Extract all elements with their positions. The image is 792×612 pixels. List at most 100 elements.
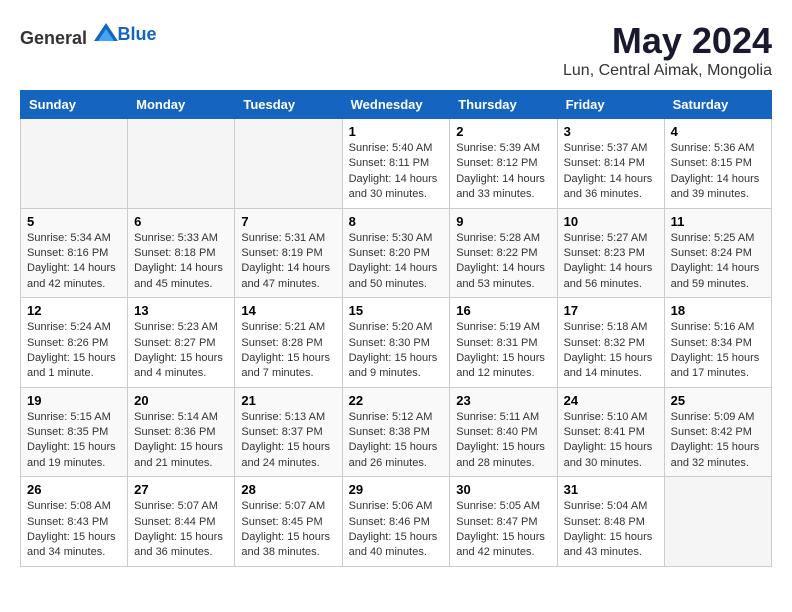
calendar-cell: 1Sunrise: 5:40 AM Sunset: 8:11 PM Daylig…	[342, 119, 450, 209]
logo-icon	[94, 20, 118, 44]
weekday-header: Wednesday	[342, 91, 450, 119]
day-info: Sunrise: 5:19 AM Sunset: 8:31 PM Dayligh…	[456, 320, 550, 382]
calendar-cell: 12 Sunrise: 5:24 AM Sunset: 8:26 PM Dayli…	[21, 298, 128, 388]
weekday-header: Saturday	[664, 91, 771, 119]
day-info: Sunrise: 5:07 AM Sunset: 8:44 PM Dayligh…	[134, 499, 228, 561]
calendar-cell	[235, 119, 342, 209]
day-info: Sunrise: 5:21 AM Sunset: 8:28 PM Dayligh…	[241, 320, 335, 382]
calendar-table: SundayMondayTuesdayWednesdayThursdayFrid…	[20, 90, 772, 567]
day-info: Sunrise: 5:04 AM Sunset: 8:48 PM Dayligh…	[564, 499, 658, 561]
day-info: Sunrise: 5:27 AM Sunset: 8:23 PM Dayligh…	[564, 231, 658, 293]
day-number: 21	[241, 393, 335, 408]
day-info: Sunrise: 5:28 AM Sunset: 8:22 PM Dayligh…	[456, 231, 550, 293]
day-info: Sunrise: 5:05 AM Sunset: 8:47 PM Dayligh…	[456, 499, 550, 561]
day-info: Sunrise: 5:12 AM Sunset: 8:38 PM Dayligh…	[349, 410, 444, 472]
day-info: Sunrise: 5:10 AM Sunset: 8:41 PM Dayligh…	[564, 410, 658, 472]
day-number: 30	[456, 482, 550, 497]
calendar-cell	[21, 119, 128, 209]
day-info: Sunrise: 5:24 AM Sunset: 8:26 PM Dayligh…	[27, 320, 121, 382]
day-number: 12	[27, 303, 121, 318]
calendar-cell: 5Sunrise: 5:34 AM Sunset: 8:16 PM Daylig…	[21, 208, 128, 298]
day-info: Sunrise: 5:08 AM Sunset: 8:43 PM Dayligh…	[27, 499, 121, 561]
day-number: 4	[671, 124, 765, 139]
day-number: 15	[349, 303, 444, 318]
day-info: Sunrise: 5:18 AM Sunset: 8:32 PM Dayligh…	[564, 320, 658, 382]
day-info: Sunrise: 5:09 AM Sunset: 8:42 PM Dayligh…	[671, 410, 765, 472]
day-info: Sunrise: 5:33 AM Sunset: 8:18 PM Dayligh…	[134, 231, 228, 293]
calendar-cell: 7 Sunrise: 5:31 AM Sunset: 8:19 PM Daylig…	[235, 208, 342, 298]
page-header: General Blue May 2024 Lun, Central Aimak…	[20, 20, 772, 80]
day-number: 31	[564, 482, 658, 497]
day-number: 16	[456, 303, 550, 318]
day-info: Sunrise: 5:15 AM Sunset: 8:35 PM Dayligh…	[27, 410, 121, 472]
calendar-cell: 27 Sunrise: 5:07 AM Sunset: 8:44 PM Dayli…	[128, 477, 235, 567]
day-info: Sunrise: 5:34 AM Sunset: 8:16 PM Dayligh…	[27, 231, 121, 293]
calendar-cell: 30 Sunrise: 5:05 AM Sunset: 8:47 PM Dayli…	[450, 477, 557, 567]
weekday-header: Monday	[128, 91, 235, 119]
calendar-cell: 2Sunrise: 5:39 AM Sunset: 8:12 PM Daylig…	[450, 119, 557, 209]
day-number: 3	[564, 124, 658, 139]
calendar-cell: 14 Sunrise: 5:21 AM Sunset: 8:28 PM Dayli…	[235, 298, 342, 388]
weekday-header: Thursday	[450, 91, 557, 119]
day-info: Sunrise: 5:31 AM Sunset: 8:19 PM Dayligh…	[241, 231, 335, 293]
calendar-cell: 25Sunrise: 5:09 AM Sunset: 8:42 PM Dayli…	[664, 387, 771, 477]
calendar-cell: 4 Sunrise: 5:36 AM Sunset: 8:15 PM Daylig…	[664, 119, 771, 209]
day-info: Sunrise: 5:07 AM Sunset: 8:45 PM Dayligh…	[241, 499, 335, 561]
day-info: Sunrise: 5:13 AM Sunset: 8:37 PM Dayligh…	[241, 410, 335, 472]
day-number: 27	[134, 482, 228, 497]
day-number: 11	[671, 214, 765, 229]
calendar-header-row: SundayMondayTuesdayWednesdayThursdayFrid…	[21, 91, 772, 119]
calendar-cell: 15 Sunrise: 5:20 AM Sunset: 8:30 PM Dayli…	[342, 298, 450, 388]
day-number: 8	[349, 214, 444, 229]
calendar-cell: 19 Sunrise: 5:15 AM Sunset: 8:35 PM Dayli…	[21, 387, 128, 477]
day-number: 14	[241, 303, 335, 318]
day-number: 29	[349, 482, 444, 497]
day-info: Sunrise: 5:36 AM Sunset: 8:15 PM Dayligh…	[671, 141, 765, 203]
day-number: 28	[241, 482, 335, 497]
calendar-cell: 29 Sunrise: 5:06 AM Sunset: 8:46 PM Dayli…	[342, 477, 450, 567]
calendar-cell: 9 Sunrise: 5:28 AM Sunset: 8:22 PM Daylig…	[450, 208, 557, 298]
calendar-cell: 16 Sunrise: 5:19 AM Sunset: 8:31 PM Dayli…	[450, 298, 557, 388]
day-number: 24	[564, 393, 658, 408]
day-number: 9	[456, 214, 550, 229]
day-number: 22	[349, 393, 444, 408]
calendar-week-row: 12 Sunrise: 5:24 AM Sunset: 8:26 PM Dayli…	[21, 298, 772, 388]
calendar-cell: 6 Sunrise: 5:33 AM Sunset: 8:18 PM Daylig…	[128, 208, 235, 298]
day-info: Sunrise: 5:06 AM Sunset: 8:46 PM Dayligh…	[349, 499, 444, 561]
calendar-cell: 24 Sunrise: 5:10 AM Sunset: 8:41 PM Dayli…	[557, 387, 664, 477]
logo-blue-text: Blue	[118, 24, 157, 44]
day-info: Sunrise: 5:30 AM Sunset: 8:20 PM Dayligh…	[349, 231, 444, 293]
day-number: 18	[671, 303, 765, 318]
calendar-cell: 20Sunrise: 5:14 AM Sunset: 8:36 PM Dayli…	[128, 387, 235, 477]
calendar-cell: 13Sunrise: 5:23 AM Sunset: 8:27 PM Dayli…	[128, 298, 235, 388]
calendar-cell	[128, 119, 235, 209]
calendar-week-row: 1Sunrise: 5:40 AM Sunset: 8:11 PM Daylig…	[21, 119, 772, 209]
day-info: Sunrise: 5:20 AM Sunset: 8:30 PM Dayligh…	[349, 320, 444, 382]
calendar-cell: 21 Sunrise: 5:13 AM Sunset: 8:37 PM Dayli…	[235, 387, 342, 477]
day-number: 26	[27, 482, 121, 497]
day-number: 7	[241, 214, 335, 229]
day-info: Sunrise: 5:25 AM Sunset: 8:24 PM Dayligh…	[671, 231, 765, 293]
day-info: Sunrise: 5:39 AM Sunset: 8:12 PM Dayligh…	[456, 141, 550, 203]
logo-general-text: General	[20, 28, 87, 48]
calendar-cell: 22 Sunrise: 5:12 AM Sunset: 8:38 PM Dayli…	[342, 387, 450, 477]
calendar-week-row: 5Sunrise: 5:34 AM Sunset: 8:16 PM Daylig…	[21, 208, 772, 298]
calendar-cell: 8 Sunrise: 5:30 AM Sunset: 8:20 PM Daylig…	[342, 208, 450, 298]
day-number: 10	[564, 214, 658, 229]
month-year-title: May 2024	[563, 20, 772, 62]
day-info: Sunrise: 5:16 AM Sunset: 8:34 PM Dayligh…	[671, 320, 765, 382]
calendar-cell: 26 Sunrise: 5:08 AM Sunset: 8:43 PM Dayli…	[21, 477, 128, 567]
calendar-cell: 3Sunrise: 5:37 AM Sunset: 8:14 PM Daylig…	[557, 119, 664, 209]
day-number: 6	[134, 214, 228, 229]
calendar-cell	[664, 477, 771, 567]
day-number: 19	[27, 393, 121, 408]
weekday-header: Friday	[557, 91, 664, 119]
day-number: 20	[134, 393, 228, 408]
calendar-cell: 11 Sunrise: 5:25 AM Sunset: 8:24 PM Dayli…	[664, 208, 771, 298]
location-subtitle: Lun, Central Aimak, Mongolia	[563, 62, 772, 80]
logo: General Blue	[20, 20, 157, 49]
title-area: May 2024 Lun, Central Aimak, Mongolia	[563, 20, 772, 80]
weekday-header: Tuesday	[235, 91, 342, 119]
calendar-cell: 18 Sunrise: 5:16 AM Sunset: 8:34 PM Dayli…	[664, 298, 771, 388]
day-number: 1	[349, 124, 444, 139]
